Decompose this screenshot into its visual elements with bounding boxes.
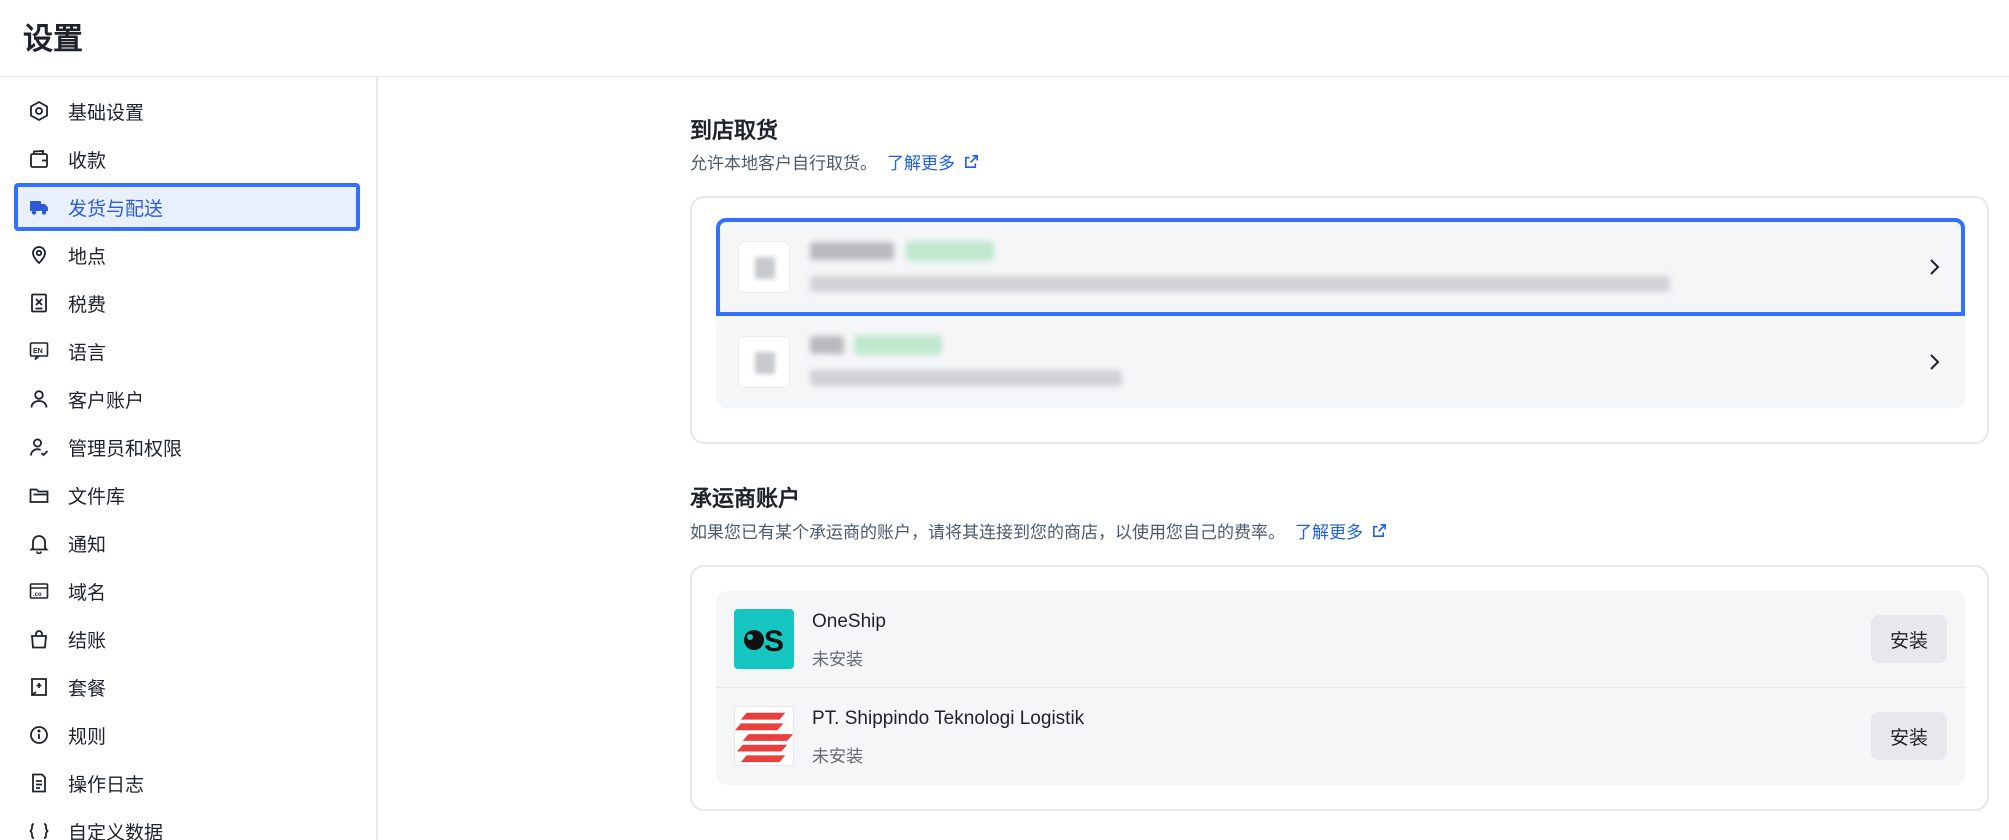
sidebar-item-label: 税费 xyxy=(68,294,107,316)
bell-icon xyxy=(28,532,50,554)
carrier-accounts-card: S OneShip 未安装 安装 PT. Shippindo Teknologi… xyxy=(690,565,1989,811)
external-link-icon xyxy=(965,155,978,168)
install-shippindo-button[interactable]: 安装 xyxy=(1871,712,1947,760)
chevron-right-icon xyxy=(1930,259,1940,275)
tax-receipt-icon xyxy=(28,292,50,314)
carrier-desc-text: 如果您已有某个承运商的账户，请将其连接到您的商店，以使用您自己的费率。 xyxy=(690,523,1285,542)
sidebar-item-label: 客户账户 xyxy=(68,390,145,412)
location-name-redacted xyxy=(810,336,844,354)
log-icon xyxy=(28,772,50,794)
info-icon xyxy=(28,724,50,746)
location-status-tag-redacted xyxy=(854,335,942,355)
location-thumbnail xyxy=(738,336,790,388)
page-header: 设置 xyxy=(0,0,2009,77)
carrier-row-oneship: S OneShip 未安装 安装 xyxy=(716,591,1965,688)
sidebar-item-label: 结账 xyxy=(68,630,107,652)
learn-more-label: 了解更多 xyxy=(1295,523,1363,542)
sidebar-item-basic-settings[interactable]: 基础设置 xyxy=(14,87,360,135)
sidebar-item-label: 地点 xyxy=(68,246,107,268)
location-pin-icon xyxy=(28,244,50,266)
location-thumbnail xyxy=(738,241,790,293)
install-oneship-button[interactable]: 安装 xyxy=(1871,615,1947,663)
sidebar-item-shipping[interactable]: 发货与配送 xyxy=(14,183,360,231)
carrier-section-desc: 如果您已有某个承运商的账户，请将其连接到您的商店，以使用您自己的费率。 了解更多 xyxy=(690,518,1388,543)
sidebar-item-files[interactable]: 文件库 xyxy=(14,471,360,519)
oneship-logo: S xyxy=(734,609,794,669)
sidebar-item-label: 域名 xyxy=(68,582,107,604)
user-icon xyxy=(28,388,50,410)
sidebar-item-label: 收款 xyxy=(68,150,107,172)
pickup-locations-card xyxy=(690,196,1989,444)
pickup-location-row[interactable] xyxy=(716,316,1965,408)
sidebar-item-checkout[interactable]: 结账 xyxy=(14,615,360,663)
sidebar-item-label: 自定义数据 xyxy=(68,822,164,840)
location-name-redacted xyxy=(810,242,894,260)
sidebar-item-customer-accounts[interactable]: 客户账户 xyxy=(14,375,360,423)
sidebar-item-label: 管理员和权限 xyxy=(68,438,183,460)
sidebar-item-label: 文件库 xyxy=(68,486,126,508)
main-content: 到店取货 允许本地客户自行取货。 了解更多 承运商账户 如果您已有某个承运商的账… xyxy=(378,77,2009,840)
svg-text:EN: EN xyxy=(33,348,43,355)
sidebar-item-label: 发货与配送 xyxy=(68,198,164,220)
folder-icon xyxy=(28,484,50,506)
carrier-section-title: 承运商账户 xyxy=(690,486,801,511)
sidebar-item-label: 操作日志 xyxy=(68,774,145,796)
shippindo-logo xyxy=(734,706,794,766)
sidebar-item-label: 通知 xyxy=(68,534,107,556)
sidebar-item-activity-log[interactable]: 操作日志 xyxy=(14,759,360,807)
carrier-status: 未安装 xyxy=(812,650,863,669)
chevron-right-icon xyxy=(1930,354,1940,370)
page-title: 设置 xyxy=(23,23,83,56)
external-link-icon xyxy=(1373,524,1386,537)
sidebar-item-domains[interactable]: .co 域名 xyxy=(14,567,360,615)
learn-more-label: 了解更多 xyxy=(887,154,955,173)
sidebar-item-label: 套餐 xyxy=(68,678,107,700)
pickup-section-title: 到店取货 xyxy=(690,118,779,143)
carrier-name: PT. Shippindo Teknologi Logistik xyxy=(812,708,1085,729)
settings-hex-icon xyxy=(28,100,50,122)
svg-text:.co: .co xyxy=(33,592,42,598)
plan-icon xyxy=(28,676,50,698)
svg-text:S: S xyxy=(764,625,784,658)
pickup-section-desc: 允许本地客户自行取货。 了解更多 xyxy=(690,149,980,174)
sidebar-item-rules[interactable]: 规则 xyxy=(14,711,360,759)
carrier-learn-more-link[interactable]: 了解更多 xyxy=(1295,518,1388,543)
sidebar-item-taxes[interactable]: 税费 xyxy=(14,279,360,327)
location-status-tag-redacted xyxy=(906,241,994,261)
wallet-icon xyxy=(28,148,50,170)
custom-data-icon xyxy=(28,820,50,840)
sidebar-item-plans[interactable]: 套餐 xyxy=(14,663,360,711)
sidebar-item-custom-data[interactable]: 自定义数据 xyxy=(14,807,360,840)
location-address-redacted xyxy=(810,370,1122,386)
shopping-bag-icon xyxy=(28,628,50,650)
pickup-learn-more-link[interactable]: 了解更多 xyxy=(887,149,980,174)
user-check-icon xyxy=(28,436,50,458)
location-address-redacted xyxy=(810,276,1670,292)
sidebar-item-locations[interactable]: 地点 xyxy=(14,231,360,279)
sidebar-item-label: 基础设置 xyxy=(68,102,145,124)
sidebar-item-language[interactable]: EN 语言 xyxy=(14,327,360,375)
domain-icon: .co xyxy=(28,580,50,602)
carrier-status: 未安装 xyxy=(812,747,863,766)
settings-sidebar: 基础设置 收款 发货与配送 地点 税费 EN 语言 客户账户 管理员和权限 文件… xyxy=(0,77,378,840)
carrier-name: OneShip xyxy=(812,611,886,632)
carrier-row-shippindo: PT. Shippindo Teknologi Logistik 未安装 安装 xyxy=(716,688,1965,785)
sidebar-item-label: 语言 xyxy=(68,342,107,364)
truck-icon xyxy=(28,196,50,218)
pickup-location-row[interactable] xyxy=(716,218,1965,316)
pickup-desc-text: 允许本地客户自行取货。 xyxy=(690,154,877,173)
sidebar-item-payments[interactable]: 收款 xyxy=(14,135,360,183)
sidebar-item-label: 规则 xyxy=(68,726,107,748)
sidebar-item-notifications[interactable]: 通知 xyxy=(14,519,360,567)
sidebar-item-admins-permissions[interactable]: 管理员和权限 xyxy=(14,423,360,471)
language-en-icon: EN xyxy=(28,340,50,362)
